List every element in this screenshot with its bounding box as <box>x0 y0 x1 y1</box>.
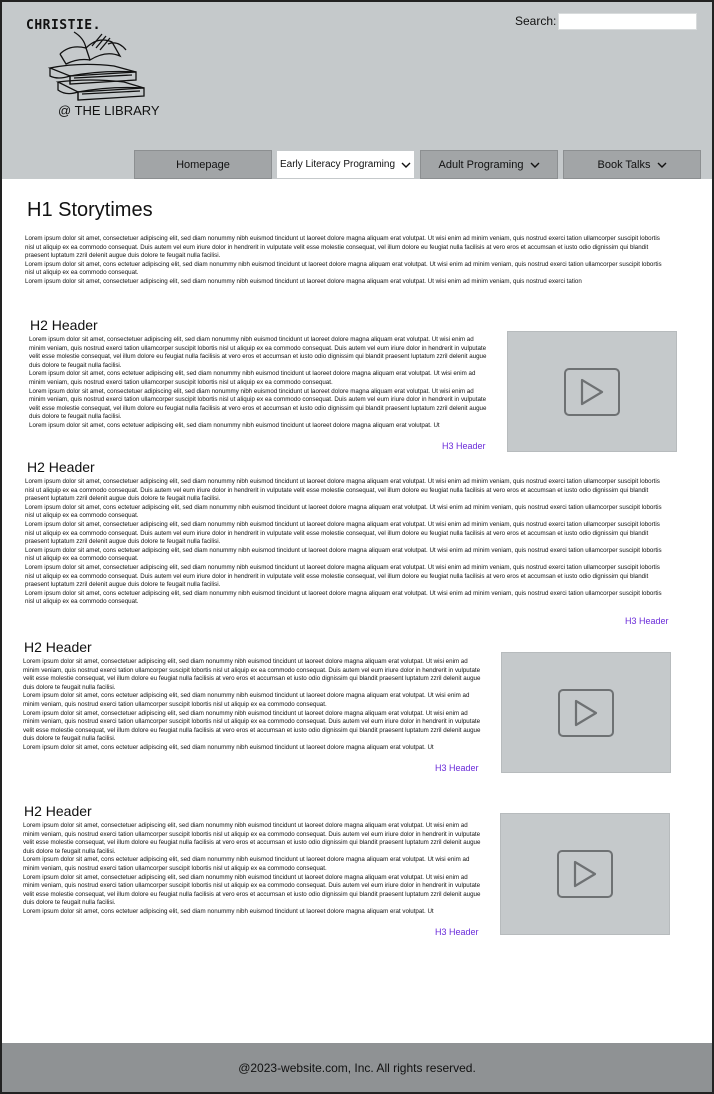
section-paragraph: Lorem ipsum dolor sit amet, consectetuer… <box>23 873 481 907</box>
section-paragraph: Lorem ipsum dolor sit amet, consectetuer… <box>23 658 481 691</box>
section-1-header: H2 Header <box>30 317 98 333</box>
site-header: CHRISTIE. @ THE LIBRARY Search: Homepage… <box>2 2 712 179</box>
search-label: Search: <box>515 14 557 28</box>
copyright-text: @2023-website.com, Inc. All rights reser… <box>238 1060 476 1075</box>
section-3-link[interactable]: H3 Header <box>435 763 479 773</box>
intro-paragraph: Lorem ipsum dolor sit amet, cons ectetue… <box>25 260 662 277</box>
chevron-down-icon <box>530 162 539 168</box>
chevron-down-icon <box>657 162 666 168</box>
nav-homepage[interactable]: Homepage <box>134 150 272 179</box>
nav-adult-programing[interactable]: Adult Programing <box>420 150 558 179</box>
section-paragraph: Lorem ipsum dolor sit amet, cons ectetue… <box>25 546 662 563</box>
nav-book-talks-label: Book Talks <box>597 158 651 171</box>
section-2-header: H2 Header <box>27 459 95 475</box>
logo-subtitle: @ THE LIBRARY <box>58 103 160 118</box>
section-4-header: H2 Header <box>24 803 92 819</box>
video-player[interactable] <box>500 813 670 935</box>
section-paragraph: Lorem ipsum dolor sit amet, consectetuer… <box>25 478 660 503</box>
section-paragraph: Lorem ipsum dolor sit amet, cons ectetue… <box>23 856 470 872</box>
nav-homepage-label: Homepage <box>176 158 230 171</box>
books-stack-icon <box>47 31 145 101</box>
play-icon <box>558 688 614 737</box>
section-paragraph: Lorem ipsum dolor sit amet, consectetuer… <box>23 709 481 743</box>
play-icon <box>564 367 620 416</box>
section-paragraph: Lorem ipsum dolor sit amet, cons ectetue… <box>23 907 434 915</box>
section-4-link[interactable]: H3 Header <box>435 927 479 937</box>
section-1-text: Lorem ipsum dolor sit amet, consectetuer… <box>29 336 491 431</box>
site-footer: @2023-website.com, Inc. All rights reser… <box>2 1043 712 1092</box>
section-2-text: Lorem ipsum dolor sit amet, consectetuer… <box>25 478 670 607</box>
section-3-text: Lorem ipsum dolor sit amet, consectetuer… <box>23 658 483 753</box>
section-paragraph: Lorem ipsum dolor sit amet, cons ectetue… <box>25 589 662 606</box>
intro-paragraph: Lorem ipsum dolor sit amet, consectetuer… <box>25 277 582 285</box>
section-paragraph: Lorem ipsum dolor sit amet, cons ectetue… <box>25 503 662 520</box>
section-paragraph: Lorem ipsum dolor sit amet, cons ectetue… <box>23 692 470 708</box>
section-paragraph: Lorem ipsum dolor sit amet, consectetuer… <box>25 520 660 546</box>
play-icon <box>557 850 613 898</box>
section-4-text: Lorem ipsum dolor sit amet, consectetuer… <box>23 822 483 917</box>
search-input[interactable] <box>558 13 697 30</box>
section-paragraph: Lorem ipsum dolor sit amet, consectetuer… <box>23 822 481 855</box>
section-paragraph: Lorem ipsum dolor sit amet, consectetuer… <box>29 387 487 421</box>
nav-book-talks[interactable]: Book Talks <box>563 150 701 179</box>
nav-early-literacy[interactable]: Early Literacy Programing <box>276 150 415 179</box>
section-paragraph: Lorem ipsum dolor sit amet, consectetuer… <box>29 336 487 369</box>
video-player[interactable] <box>507 331 677 452</box>
intro-text: Lorem ipsum dolor sit amet, consectetuer… <box>25 235 667 287</box>
section-1-link[interactable]: H3 Header <box>442 441 486 451</box>
nav-adult-programing-label: Adult Programing <box>438 158 524 171</box>
section-paragraph: Lorem ipsum dolor sit amet, consectetuer… <box>25 563 660 589</box>
chevron-down-icon <box>401 162 411 168</box>
nav-early-literacy-label: Early Literacy Programing <box>279 159 396 170</box>
intro-paragraph: Lorem ipsum dolor sit amet, consectetuer… <box>25 235 660 260</box>
page-title: H1 Storytimes <box>27 199 153 221</box>
section-paragraph: Lorem ipsum dolor sit amet, cons ectetue… <box>23 743 434 751</box>
video-player[interactable] <box>501 652 671 773</box>
section-paragraph: Lorem ipsum dolor sit amet, cons ectetue… <box>29 370 476 386</box>
section-paragraph: Lorem ipsum dolor sit amet, cons ectetue… <box>29 421 440 429</box>
section-2-link[interactable]: H3 Header <box>625 616 669 626</box>
section-3-header: H2 Header <box>24 639 92 655</box>
